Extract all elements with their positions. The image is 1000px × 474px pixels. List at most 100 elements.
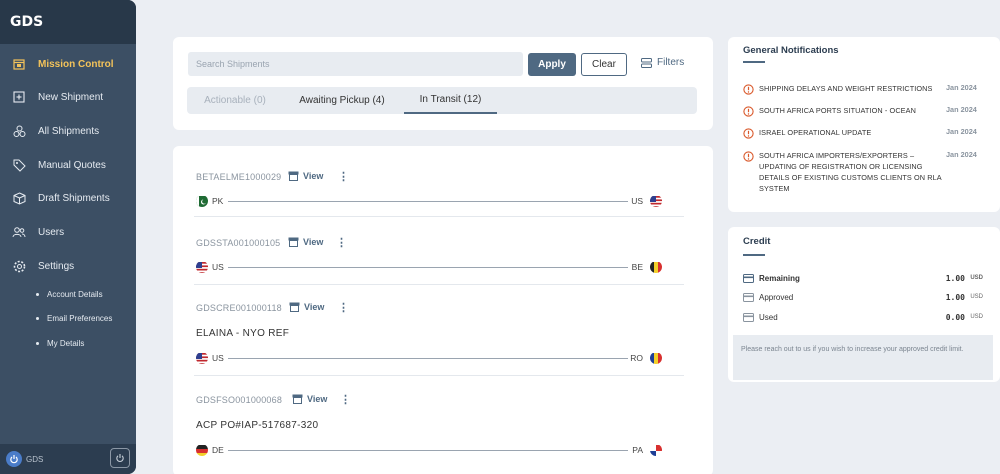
sidebar-subitem-account-details[interactable]: Account Details: [36, 290, 103, 299]
credit-unit: USD: [970, 314, 983, 320]
flag-de-icon: [196, 444, 208, 456]
shipment-title: ACP PO#IAP-517687-320: [196, 420, 319, 431]
sidebar-subitem-my-details[interactable]: My Details: [36, 339, 84, 348]
credit-label: Remaining: [759, 274, 800, 283]
credit-note: Please reach out to us if you wish to in…: [733, 335, 993, 380]
box-icon: [288, 171, 299, 181]
more-options-icon[interactable]: ⋮: [338, 301, 349, 314]
alert-icon: [743, 82, 754, 100]
box-icon: [292, 394, 303, 404]
credit-row-approved: Approved 1.00 USD: [743, 292, 983, 304]
tab-actionable[interactable]: Actionable (0): [195, 87, 275, 114]
sidebar-item-manual-quotes[interactable]: Manual Quotes: [0, 150, 136, 180]
sidebar-item-users[interactable]: Users: [0, 217, 136, 247]
origin-country: US: [212, 353, 224, 363]
plus-box-icon: [12, 90, 26, 104]
destination-country: US: [631, 196, 643, 206]
sidebar-item-all-shipments[interactable]: All Shipments: [0, 116, 136, 146]
avatar[interactable]: [6, 451, 22, 467]
credit-card-check-icon: [743, 293, 754, 302]
shipment-ref: GDSCRE001000118: [196, 303, 282, 313]
credit-label: Approved: [759, 293, 794, 302]
destination-country: PA: [632, 445, 643, 455]
sidebar-item-label: Manual Quotes: [38, 159, 106, 171]
origin-country: US: [212, 262, 224, 272]
view-label: View: [307, 394, 328, 404]
notification-text: SOUTH AFRICA IMPORTERS/EXPORTERS – UPDAT…: [759, 151, 942, 193]
tag-icon: [12, 158, 26, 172]
more-options-icon[interactable]: ⋮: [340, 393, 351, 406]
credit-row-used: Used 0.00 USD: [743, 312, 983, 324]
route-line: [228, 201, 628, 202]
sidebar-item-new-shipment[interactable]: New Shipment: [0, 82, 136, 112]
tab-awaiting-pickup[interactable]: Awaiting Pickup (4): [287, 87, 397, 114]
sidebar-subitem-email-preferences[interactable]: Email Preferences: [36, 314, 112, 323]
destination-country: RO: [630, 353, 643, 363]
credit-row-remaining: Remaining 1.00 USD: [743, 273, 983, 285]
title-underline: [743, 61, 765, 63]
boxes-icon: [12, 124, 26, 138]
credit-unit: USD: [970, 275, 983, 281]
credit-value: 1.00: [945, 274, 965, 283]
gear-icon: [12, 259, 26, 273]
tab-in-transit[interactable]: In Transit (12): [404, 87, 497, 114]
calendar-icon: [12, 57, 26, 71]
alert-icon: [743, 104, 754, 122]
sidebar-item-label: All Shipments: [38, 125, 100, 137]
logout-button[interactable]: [110, 448, 130, 468]
notification-date: Jan 2024: [946, 83, 977, 92]
search-input[interactable]: [188, 52, 523, 76]
flag-pa-icon: [650, 444, 662, 456]
route-line: [228, 267, 628, 268]
notification-text: ISRAEL OPERATIONAL UPDATE: [759, 128, 872, 137]
sidebar-item-mission-control[interactable]: Mission Control: [0, 49, 136, 79]
more-options-icon[interactable]: ⋮: [336, 236, 347, 249]
origin-country: DE: [212, 445, 224, 455]
notification-date: Jan 2024: [946, 150, 977, 159]
view-button[interactable]: View: [289, 302, 324, 312]
shipment-ref: GDSSTA001000105: [196, 238, 281, 248]
credit-label: Used: [759, 313, 778, 322]
sidebar-item-label: Draft Shipments: [38, 192, 110, 204]
view-label: View: [303, 171, 324, 181]
filters-label: Filters: [657, 57, 685, 68]
shipment-title: ELAINA - NYO REF: [196, 328, 290, 339]
more-options-icon[interactable]: ⋮: [338, 170, 349, 183]
footer-user-name: GDS: [26, 454, 44, 464]
alert-icon: [743, 149, 754, 167]
notification-text: SOUTH AFRICA PORTS SITUATION - OCEAN: [759, 106, 916, 115]
view-label: View: [304, 302, 325, 312]
credit-unit: USD: [970, 294, 983, 300]
filters-button[interactable]: Filters: [641, 57, 684, 68]
apply-button[interactable]: Apply: [528, 53, 576, 76]
brand-logo[interactable]: GDS: [0, 0, 136, 44]
sidebar-item-settings[interactable]: Settings: [0, 251, 136, 281]
users-icon: [12, 225, 26, 239]
notifications-title: General Notifications: [743, 45, 839, 56]
power-icon: [116, 454, 124, 462]
sidebar-item-label: Mission Control: [38, 58, 114, 70]
bullet-dot: [36, 317, 39, 320]
filter-icon: [641, 57, 652, 68]
credit-value: 1.00: [945, 293, 965, 302]
credit-value: 0.00: [945, 313, 965, 322]
sidebar-subitem-label: Account Details: [47, 290, 103, 299]
view-button[interactable]: View: [288, 237, 323, 247]
route-line: [228, 358, 628, 359]
notification-date: Jan 2024: [946, 105, 977, 114]
shipment-ref: GDSFSO001000068: [196, 395, 283, 405]
search-card: [173, 37, 713, 130]
notification-date: Jan 2024: [946, 127, 977, 136]
view-button[interactable]: View: [292, 394, 327, 404]
credit-card-icon: [743, 274, 754, 283]
sidebar-footer: GDS: [0, 444, 136, 474]
sidebar-item-draft-shipments[interactable]: Draft Shipments: [0, 183, 136, 213]
shipment-ref: BETAELME1000029: [196, 172, 282, 182]
sidebar-subitem-label: Email Preferences: [47, 314, 113, 323]
clear-button[interactable]: Clear: [581, 53, 627, 76]
view-button[interactable]: View: [288, 171, 323, 181]
shipment-route: DE PA: [196, 443, 662, 457]
alert-icon: [743, 126, 754, 144]
bullet-dot: [36, 342, 39, 345]
flag-us-icon: [650, 195, 662, 207]
